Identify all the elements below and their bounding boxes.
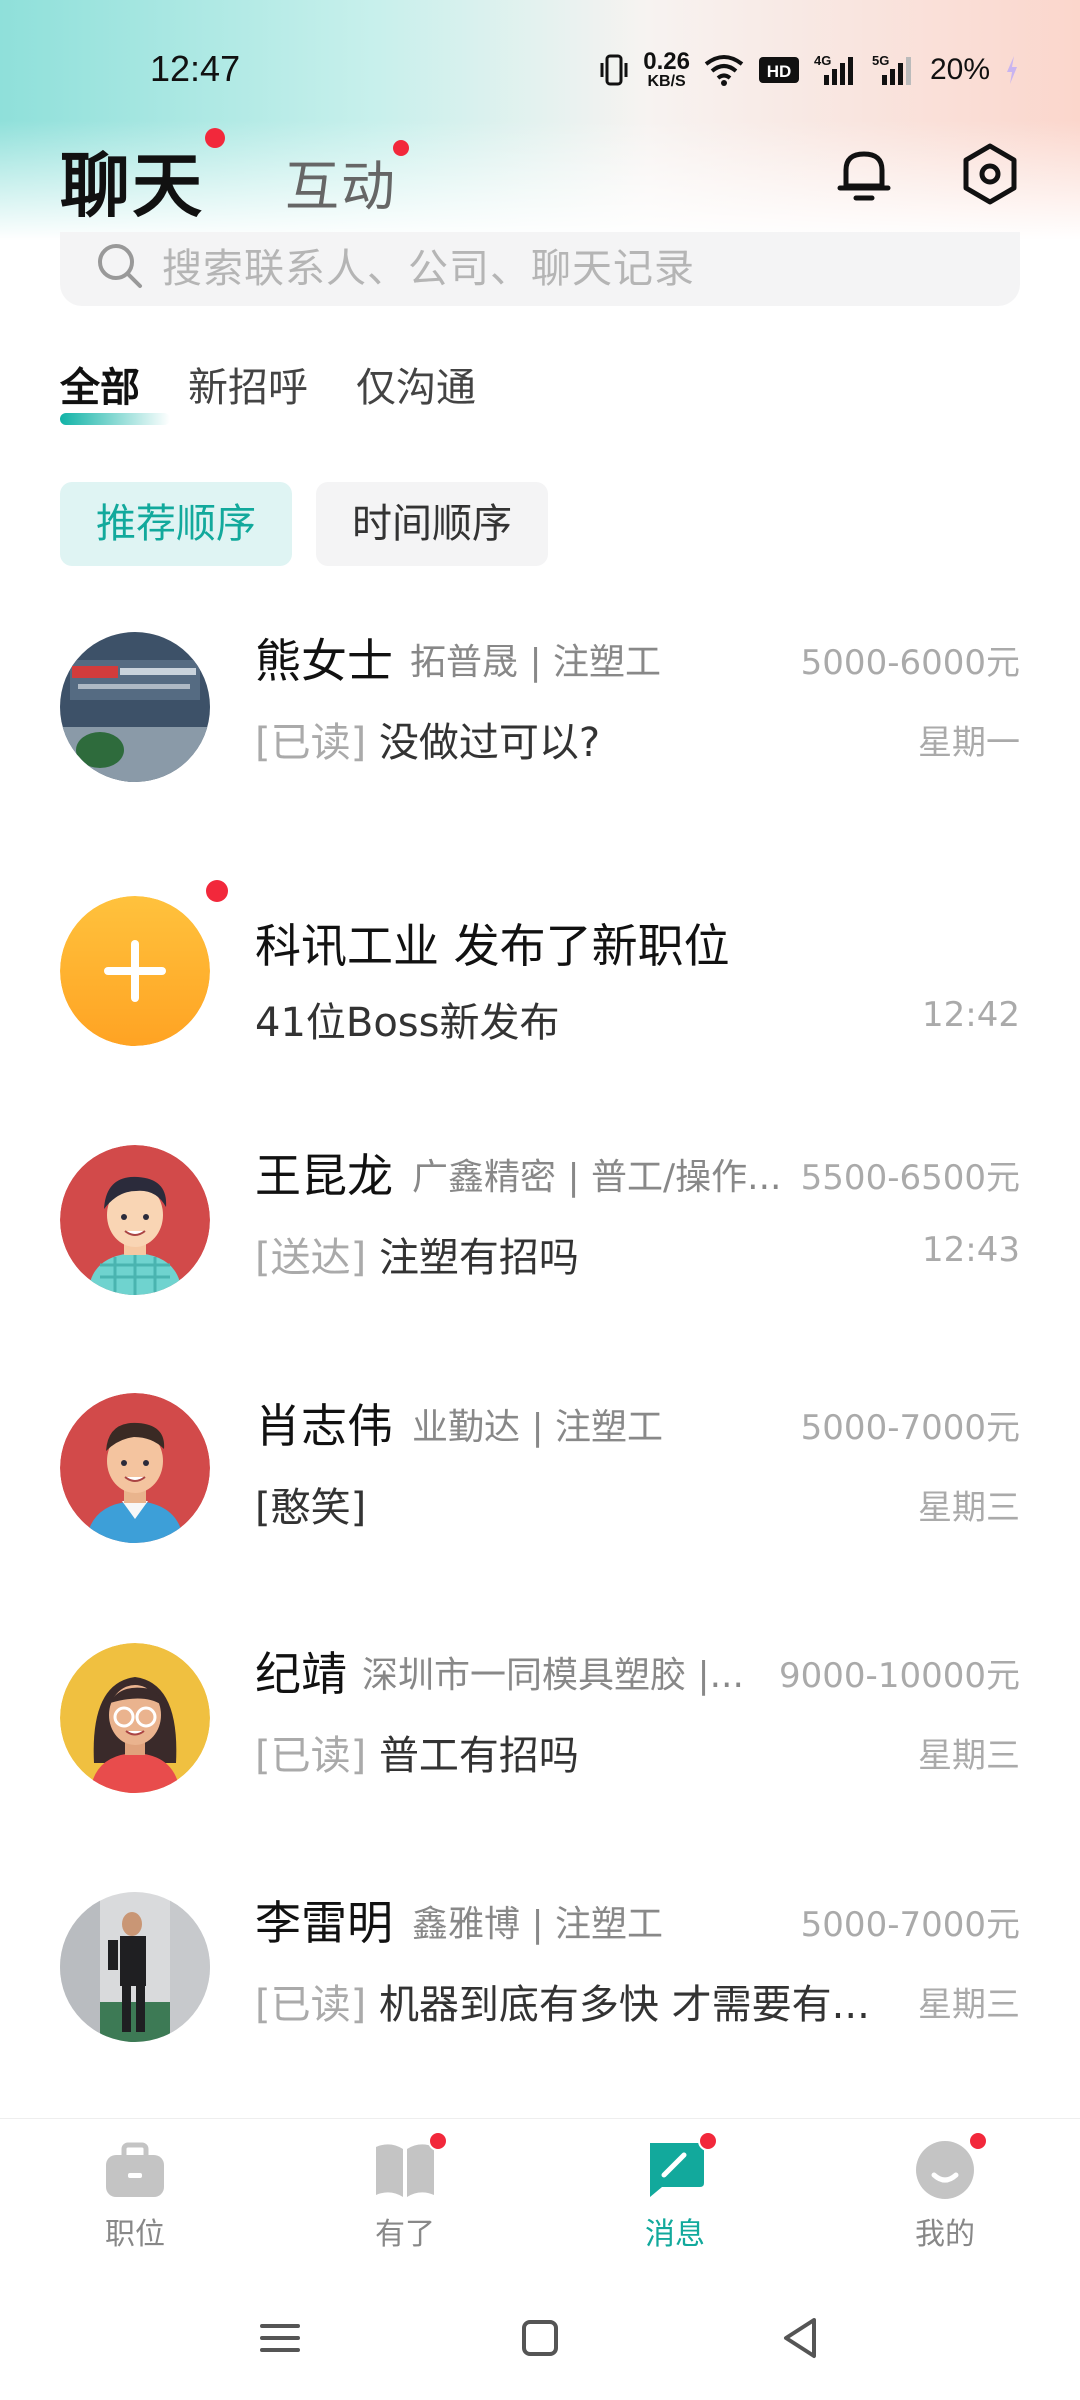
message-text: 普工有招吗 — [378, 1733, 579, 1779]
salary-range: 5000-7000元 — [800, 1408, 1020, 1448]
message-status: [已读] — [255, 720, 367, 766]
last-message: [送达] 注塑有招吗 — [255, 1225, 579, 1283]
notification-title: 科讯工业 发布了新职位 — [255, 919, 730, 973]
network-speed: 0.26 KB/S — [643, 48, 690, 90]
conversation-row[interactable]: 纪靖 深圳市一同模具塑胶 |... 9000-10000元 [已读] 普工有招吗… — [0, 1613, 1080, 1863]
message-time: 星期一 — [918, 723, 1020, 763]
contact-name: 熊女士 — [255, 634, 393, 688]
home-icon[interactable] — [510, 2308, 570, 2368]
profile-icon — [916, 2141, 974, 2199]
message-time: 12:43 — [922, 1230, 1020, 1270]
signal-4g-icon: 4G — [814, 53, 853, 85]
active-tab-underline — [60, 413, 170, 425]
conversation-row[interactable]: 熊女士 拓普晟 | 注塑工 5000-6000元 [已读] 没做过可以? 星期一 — [0, 600, 1080, 850]
salary-range: 5000-6000元 — [800, 643, 1020, 683]
conversation-row[interactable]: 王昆龙 广鑫精密 | 普工/操作... 5500-6500元 [送达] 注塑有招… — [0, 1115, 1080, 1365]
svg-text:HD: HD — [767, 62, 792, 81]
filter-tabs: 全部 新招呼 仅沟通 — [60, 355, 476, 425]
salary-range: 9000-10000元 — [779, 1656, 1020, 1696]
new-job-notification-row[interactable]: 科讯工业 发布了新职位 41位Boss新发布 12:42 — [0, 850, 1080, 1100]
avatar — [60, 1145, 210, 1295]
company-job: 广鑫精密 | 普工/操作... — [412, 1157, 782, 1198]
message-text: 没做过可以? — [378, 720, 601, 766]
tab-interaction[interactable]: 互动 — [285, 142, 397, 221]
sort-options: 推荐顺序 时间顺序 — [60, 482, 548, 566]
search-input[interactable]: 搜索联系人、公司、聊天记录 — [60, 232, 1020, 306]
nav-jobs[interactable]: 职位 — [65, 2139, 205, 2253]
tab-all[interactable]: 全部 — [60, 355, 170, 425]
contact-name: 纪靖 — [255, 1647, 347, 1701]
back-icon[interactable] — [770, 2308, 830, 2368]
wifi-icon — [704, 55, 744, 86]
message-text: 机器到底有多快 才需要有... — [378, 1982, 870, 2028]
sort-by-time-button[interactable]: 时间顺序 — [316, 482, 548, 566]
avatar — [60, 632, 210, 782]
chat-unread-dot — [205, 128, 225, 148]
message-text: 注塑有招吗 — [378, 1235, 579, 1281]
nav-messages[interactable]: 消息 — [605, 2131, 745, 2253]
message-time: 星期三 — [918, 1488, 1020, 1528]
message-time: 星期三 — [918, 1736, 1020, 1776]
search-icon — [98, 244, 142, 288]
charging-icon — [1007, 56, 1017, 84]
message-icon — [650, 2143, 704, 2197]
briefcase-icon — [106, 2142, 164, 2197]
salary-range: 5500-6500元 — [800, 1158, 1020, 1198]
status-time: 12:47 — [150, 48, 241, 89]
system-navigation — [0, 2268, 1080, 2400]
conversation-row[interactable]: 肖志伟 业勤达 | 注塑工 5000-7000元 [憨笑] 星期三 — [0, 1365, 1080, 1615]
signal-5g-icon: 5G — [872, 53, 911, 85]
sort-recommended-button[interactable]: 推荐顺序 — [60, 482, 292, 566]
hd-icon: HD — [758, 57, 799, 83]
salary-range: 5000-7000元 — [800, 1905, 1020, 1945]
company-job: 拓普晟 | 注塑工 — [410, 642, 662, 683]
company-job: 深圳市一同模具塑胶 |... — [362, 1655, 744, 1696]
book-icon — [376, 2144, 434, 2197]
unread-dot — [698, 2131, 718, 2151]
message-status: [已读] — [255, 1733, 367, 1779]
svg-text:4G: 4G — [814, 53, 831, 68]
message-status: [送达] — [255, 1235, 367, 1281]
company-job: 业勤达 | 注塑工 — [412, 1407, 664, 1448]
tab-chat[interactable]: 聊天 — [60, 130, 204, 231]
settings-icon[interactable] — [958, 142, 1022, 206]
message-time: 12:42 — [922, 995, 1020, 1035]
contact-name: 王昆龙 — [255, 1149, 393, 1203]
message-text: [憨笑] — [255, 1485, 367, 1531]
bell-icon[interactable] — [832, 142, 896, 206]
nav-youle[interactable]: 有了 — [335, 2131, 475, 2253]
unread-dot — [428, 2131, 448, 2151]
conversation-row[interactable]: 李雷明 鑫雅博 | 注塑工 5000-7000元 [已读] 机器到底有多快 才需… — [0, 1862, 1080, 2112]
avatar — [60, 1892, 210, 2042]
battery-level: 20% — [929, 53, 990, 86]
unread-dot — [206, 880, 228, 902]
last-message: [憨笑] — [255, 1475, 366, 1533]
tab-only-chatted[interactable]: 仅沟通 — [356, 355, 476, 423]
status-icons: 0.26 KB/S HD 4G 5G 20% — [599, 50, 1020, 90]
search-placeholder: 搜索联系人、公司、聊天记录 — [162, 246, 695, 292]
last-message: [已读] 普工有招吗 — [255, 1723, 579, 1781]
unread-dot — [968, 2131, 988, 2151]
contact-name: 肖志伟 — [255, 1399, 393, 1453]
last-message: [已读] 没做过可以? — [255, 710, 600, 768]
plus-icon — [60, 896, 210, 1046]
notification-subtitle: 41位Boss新发布 — [255, 1000, 560, 1046]
bottom-navigation: 职位 有了 消息 我的 — [0, 2118, 1080, 2268]
avatar — [60, 1393, 210, 1543]
menu-icon[interactable] — [250, 2308, 310, 2368]
svg-text:5G: 5G — [872, 53, 889, 68]
company-job: 鑫雅博 | 注塑工 — [412, 1904, 664, 1945]
app-header: 聊天 互动 — [0, 110, 1080, 230]
contact-name: 李雷明 — [255, 1896, 393, 1950]
message-status: [已读] — [255, 1982, 367, 2028]
interaction-unread-dot — [393, 140, 409, 156]
last-message: [已读] 机器到底有多快 才需要有... — [255, 1972, 870, 2030]
nav-profile[interactable]: 我的 — [875, 2131, 1015, 2253]
tab-new-greetings[interactable]: 新招呼 — [188, 355, 308, 423]
avatar — [60, 1643, 210, 1793]
vibrate-icon — [600, 54, 628, 86]
message-time: 星期三 — [918, 1985, 1020, 2025]
